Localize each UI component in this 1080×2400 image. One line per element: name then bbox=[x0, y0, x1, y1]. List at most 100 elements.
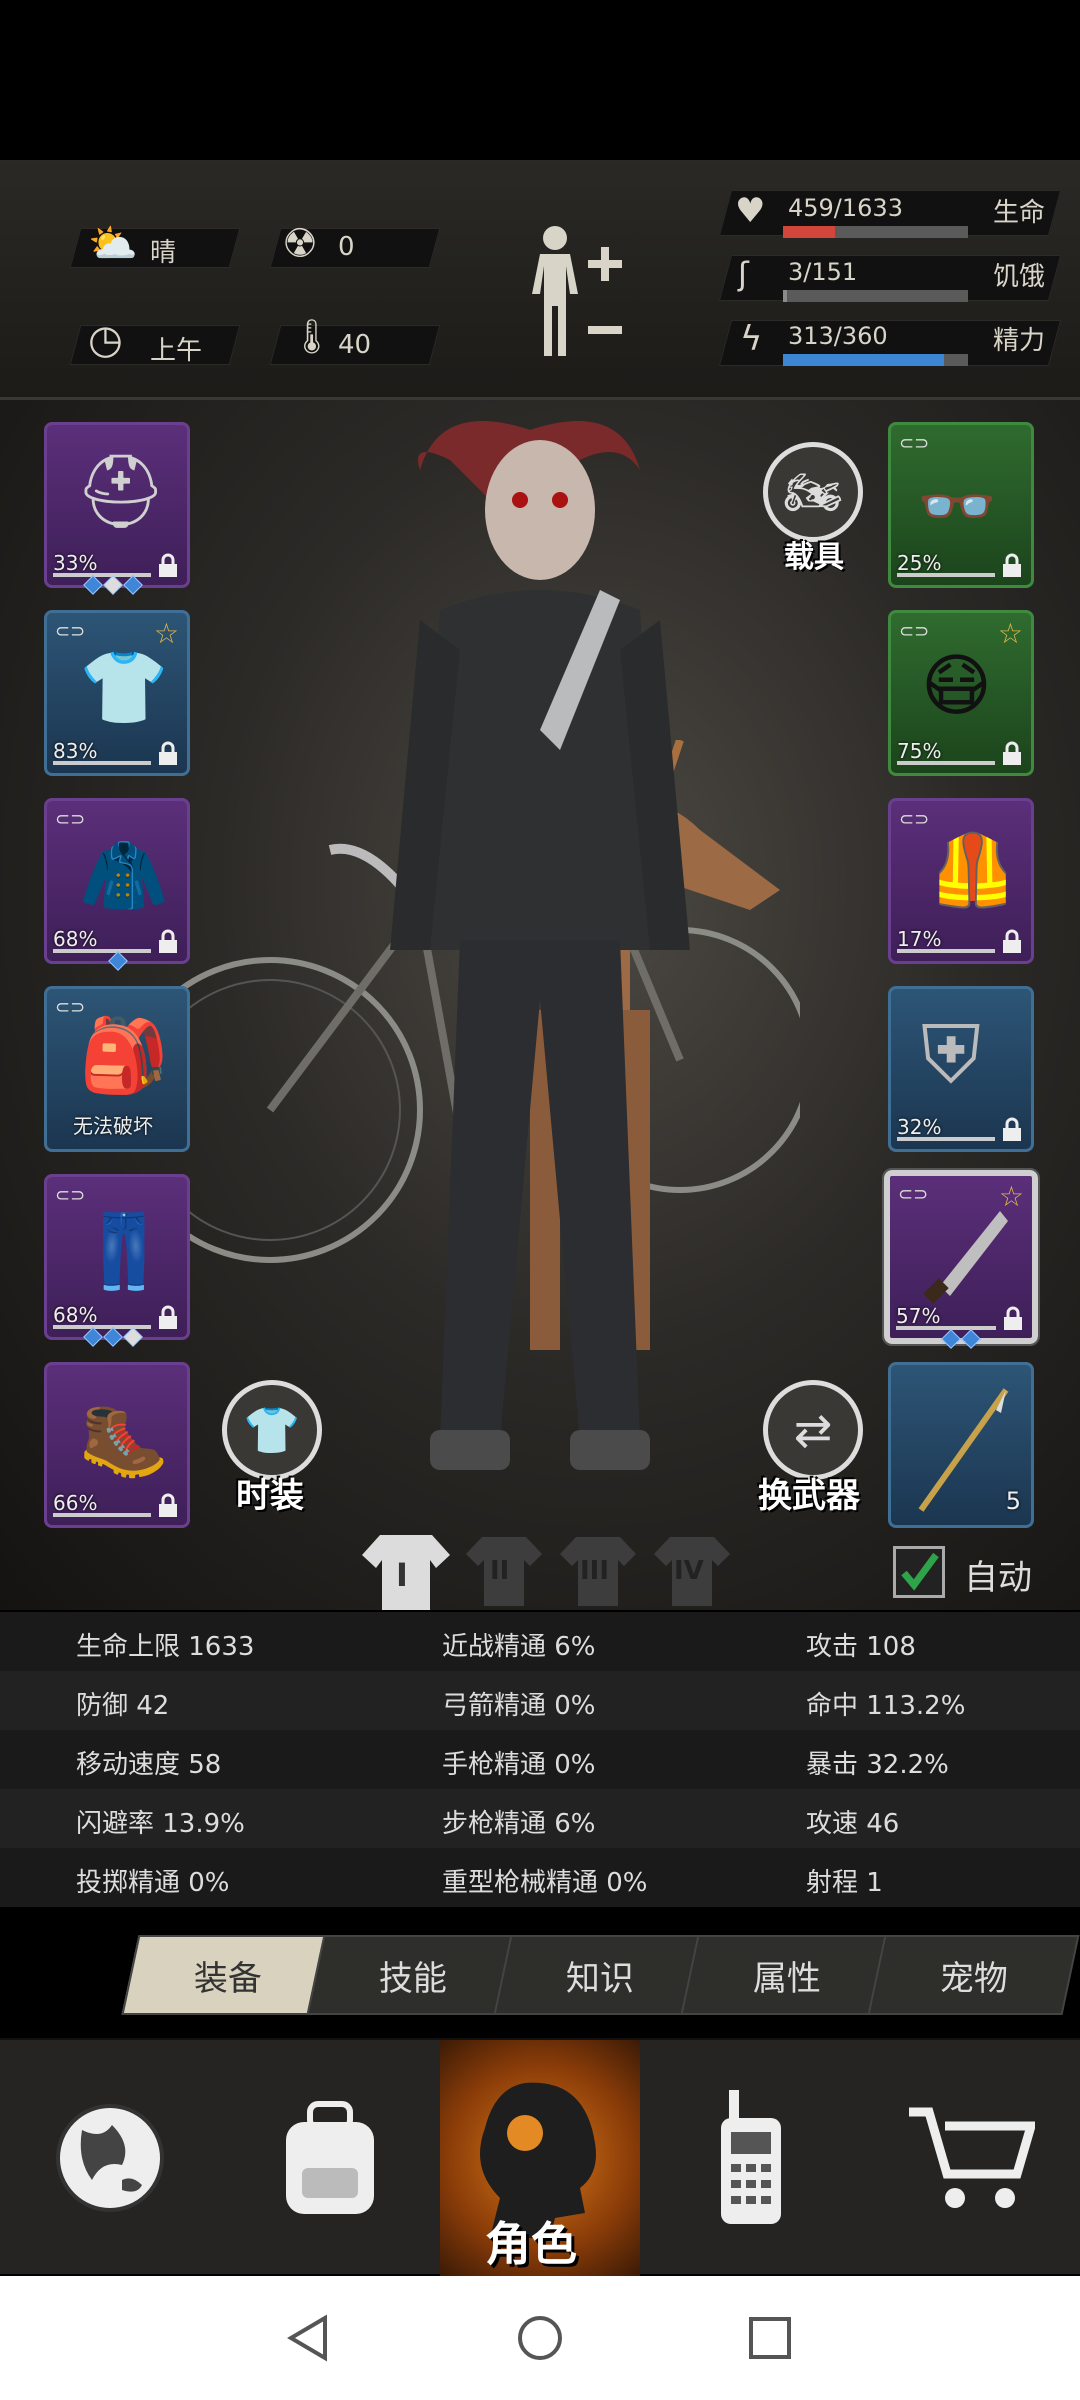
tab-skills-label: 技能 bbox=[378, 1958, 447, 1999]
switch-weapon-label: 换武器 bbox=[758, 1476, 860, 1516]
nav-character-label: 角色 bbox=[485, 2217, 577, 2271]
auto-checkbox[interactable] bbox=[893, 1546, 945, 1598]
stat-cell: 暴击 32.2% bbox=[806, 1750, 949, 1780]
time-text: 上午 bbox=[150, 336, 203, 366]
jacket-slot[interactable]: ⊂⊃ 🧥 68% bbox=[44, 798, 190, 964]
stats-row: 移动速度 58 手枪精通 0% 暴击 32.2% bbox=[0, 1730, 1080, 1789]
lock-icon bbox=[1001, 741, 1023, 767]
helmet-durability: 33% bbox=[53, 551, 98, 575]
shirt-icon: 👕 bbox=[79, 645, 169, 729]
recents-icon[interactable] bbox=[748, 2316, 792, 2364]
boots-slot[interactable]: 🥾 66% bbox=[44, 1362, 190, 1528]
stat-cell: 重型枪械精通 0% bbox=[442, 1868, 648, 1898]
globe-icon bbox=[56, 2104, 164, 2212]
backpack-slot[interactable]: ⊂⊃ 🎒 无法破坏 bbox=[44, 986, 190, 1152]
lock-icon bbox=[157, 553, 179, 579]
temperature-text: 40 bbox=[338, 330, 372, 360]
dart-icon bbox=[911, 1385, 1011, 1519]
outfit-tab-4[interactable]: IV bbox=[652, 1532, 732, 1608]
stat-cell: 手枪精通 0% bbox=[442, 1750, 596, 1780]
fashion-button[interactable]: 👕 bbox=[222, 1380, 322, 1480]
helmet-slot[interactable]: ⛑ 33% bbox=[44, 422, 190, 588]
vehicle-button[interactable]: 🏍 bbox=[763, 442, 863, 542]
shopping-cart-icon bbox=[909, 2107, 1035, 2208]
nav-world-map[interactable] bbox=[0, 2040, 220, 2276]
tab-equipment-label: 装备 bbox=[193, 1958, 262, 1999]
stat-cell: 投掷精通 0% bbox=[76, 1868, 230, 1898]
tab-knowledge-label: 知识 bbox=[565, 1958, 634, 1999]
nav-radio[interactable] bbox=[640, 2040, 860, 2276]
outfit-tab-2-label: II bbox=[490, 1556, 510, 1586]
stat-cell: 防御 42 bbox=[76, 1691, 170, 1721]
vest-slot[interactable]: ⊂⊃ 🦺 17% bbox=[888, 798, 1034, 964]
helmet-gems bbox=[83, 575, 143, 595]
hp-text: 459/1633 bbox=[788, 194, 903, 222]
nav-shop[interactable] bbox=[860, 2040, 1080, 2276]
mask-durability: 75% bbox=[897, 739, 942, 763]
tab-pets[interactable]: 宠物 bbox=[867, 1935, 1080, 2015]
nav-character[interactable]: 角色 bbox=[440, 2040, 640, 2276]
lock-icon bbox=[157, 741, 179, 767]
tab-attributes[interactable]: 属性 bbox=[680, 1935, 893, 2015]
status-bar: ⛅ 晴 ☢ 0 ◷ 上午 🌡 40 ♥ 459/1633 生命 ʃ 3/151 … bbox=[0, 160, 1080, 400]
back-icon[interactable] bbox=[285, 2314, 329, 2366]
body-status-button[interactable] bbox=[520, 222, 630, 362]
pants-icon: 👖 bbox=[79, 1209, 169, 1293]
fashion-label: 时装 bbox=[236, 1476, 304, 1516]
pants-durability: 68% bbox=[53, 1303, 98, 1327]
energy-text: 313/360 bbox=[788, 322, 888, 350]
nav-inventory[interactable] bbox=[220, 2040, 440, 2276]
walkie-talkie-icon bbox=[721, 2090, 781, 2224]
throwing-slot[interactable]: 5 bbox=[888, 1362, 1034, 1528]
outfit-tab-3[interactable]: III bbox=[558, 1532, 638, 1608]
star-icon: ☆ bbox=[997, 617, 1023, 650]
switch-weapon-button[interactable]: ⇄ bbox=[763, 1380, 863, 1480]
outfit-tab-1[interactable]: I bbox=[360, 1530, 452, 1612]
lock-icon bbox=[157, 1493, 179, 1519]
glasses-durability: 25% bbox=[897, 551, 942, 575]
helmet-icon: ⛑ bbox=[75, 449, 167, 533]
machete-icon bbox=[920, 1206, 1010, 1310]
shield-durability: 32% bbox=[897, 1115, 942, 1139]
lock-icon bbox=[1001, 1117, 1023, 1143]
swap-arrows-icon: ⇄ bbox=[793, 1403, 833, 1457]
tab-skills[interactable]: 技能 bbox=[306, 1935, 519, 2015]
stat-cell: 攻击 108 bbox=[806, 1632, 916, 1662]
radiation-text: 0 bbox=[338, 232, 355, 262]
stomach-icon: ʃ bbox=[738, 255, 749, 293]
mask-slot[interactable]: ⊂⊃ ☆ 😷 75% bbox=[888, 610, 1034, 776]
pants-gems bbox=[83, 1327, 143, 1347]
hunger-label: 饥饿 bbox=[993, 262, 1046, 292]
heart-icon: ♥ bbox=[735, 191, 766, 231]
boots-icon: 🥾 bbox=[79, 1397, 169, 1481]
link-icon: ⊂⊃ bbox=[898, 1184, 929, 1205]
lock-icon bbox=[157, 1305, 179, 1331]
pants-slot[interactable]: ⊂⊃ 👖 68% bbox=[44, 1174, 190, 1340]
shield-slot[interactable]: ⛨ 32% bbox=[888, 986, 1034, 1152]
link-icon: ⊂⊃ bbox=[899, 433, 930, 454]
tab-pets-label: 宠物 bbox=[939, 1958, 1008, 1999]
auto-label: 自动 bbox=[964, 1558, 1032, 1598]
thermometer-icon: 🌡 bbox=[290, 317, 334, 357]
link-icon: ⊂⊃ bbox=[55, 621, 86, 642]
glasses-icon: 👓 bbox=[917, 470, 997, 544]
lock-icon bbox=[1001, 929, 1023, 955]
tab-equipment[interactable]: 装备 bbox=[121, 1935, 334, 2015]
dart-count: 5 bbox=[1005, 1487, 1021, 1515]
tab-knowledge[interactable]: 知识 bbox=[493, 1935, 706, 2015]
jacket-durability: 68% bbox=[53, 927, 98, 951]
machete-slot[interactable]: ⊂⊃ ☆ 57% bbox=[882, 1168, 1040, 1346]
home-icon[interactable] bbox=[516, 2314, 564, 2366]
link-icon: ⊂⊃ bbox=[899, 809, 930, 830]
vehicle-label: 载具 bbox=[784, 540, 844, 575]
stat-cell: 弓箭精通 0% bbox=[442, 1691, 596, 1721]
glasses-slot[interactable]: ⊂⊃ 👓 25% bbox=[888, 422, 1034, 588]
character-illustration bbox=[390, 421, 690, 1470]
shirt-slot[interactable]: ⊂⊃ ☆ 👕 83% bbox=[44, 610, 190, 776]
stats-row: 防御 42 弓箭精通 0% 命中 113.2% bbox=[0, 1671, 1080, 1730]
hunger-bar bbox=[783, 290, 968, 302]
lock-icon bbox=[157, 929, 179, 955]
outfit-tab-2[interactable]: II bbox=[464, 1532, 544, 1608]
link-icon: ⊂⊃ bbox=[55, 1185, 86, 1206]
vest-durability: 17% bbox=[897, 927, 942, 951]
